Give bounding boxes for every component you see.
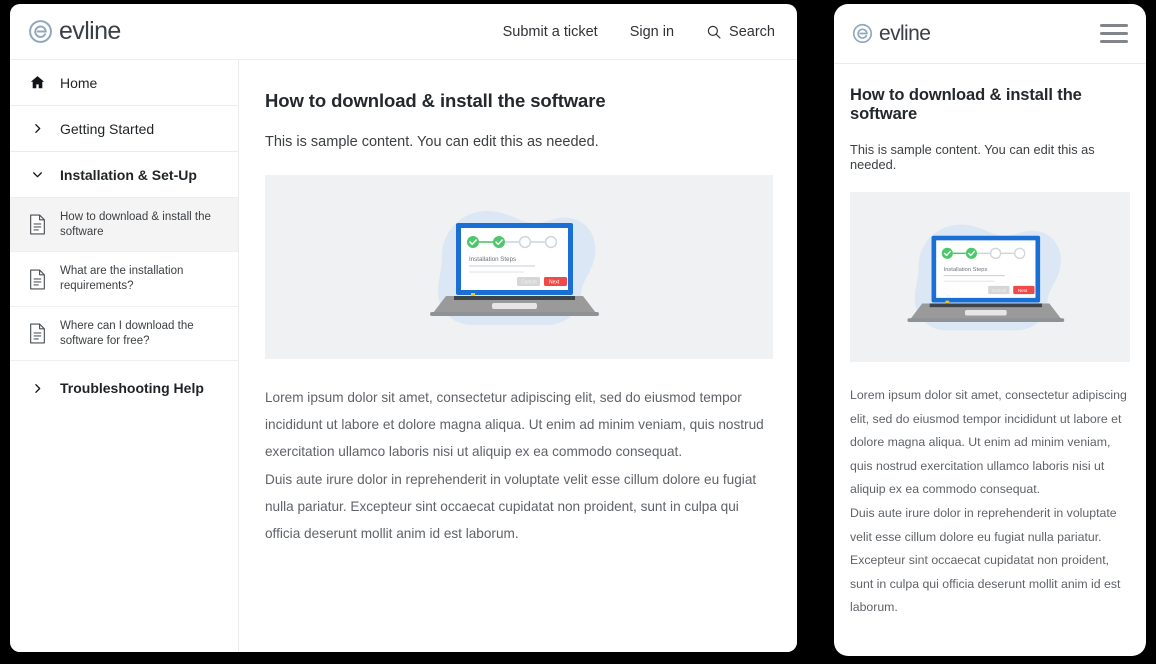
- sidebar-section-installation-setup[interactable]: Installation & Set-Up: [10, 152, 238, 198]
- sidebar-section-getting-started[interactable]: Getting Started: [10, 106, 238, 152]
- sidebar-section-getting-started-label: Getting Started: [60, 121, 154, 137]
- hero-illustration: Installation Steps Cancel Next: [265, 175, 773, 359]
- page-title: How to download & install the software: [265, 90, 773, 112]
- sidebar-item-home-label: Home: [60, 75, 97, 91]
- brand-logo[interactable]: evline: [852, 22, 930, 46]
- mobile-article-content: How to download & install the software T…: [834, 64, 1146, 620]
- sidebar-article-label: Where can I download the software for fr…: [60, 319, 222, 348]
- mobile-preview-panel: evline How to download & install the sof…: [834, 4, 1146, 656]
- desktop-body: Home Getting Started: [10, 60, 797, 652]
- mobile-header: evline: [834, 4, 1146, 64]
- search-button[interactable]: Search: [706, 24, 775, 40]
- hamburger-menu-icon[interactable]: [1100, 24, 1128, 43]
- sidebar-article-label: What are the installation requirements?: [60, 264, 222, 293]
- chevron-right-icon: [28, 382, 46, 395]
- nav-submit-a-ticket[interactable]: Submit a ticket: [503, 24, 598, 40]
- svg-text:Next: Next: [1018, 288, 1028, 293]
- chevron-right-icon: [28, 122, 46, 135]
- hero-illustration: Installation Steps Cancel Next: [850, 192, 1130, 362]
- sidebar-section-installation-setup-label: Installation & Set-Up: [60, 167, 197, 183]
- sidebar-article-installation-requirements[interactable]: What are the installation requirements?: [10, 252, 238, 306]
- hamburger-bar: [1100, 32, 1128, 35]
- page-title: How to download & install the software: [850, 86, 1130, 124]
- article-subtitle: This is sample content. You can edit thi…: [265, 134, 773, 150]
- svg-text:Cancel: Cancel: [521, 279, 537, 285]
- evline-circle-e-mark-icon: [852, 23, 873, 44]
- chevron-down-icon: [28, 168, 46, 181]
- sidebar-article-how-to-download[interactable]: How to download & install the software: [10, 198, 238, 252]
- document-icon: [28, 269, 47, 290]
- nav-sign-in[interactable]: Sign in: [630, 24, 674, 40]
- header-nav: Submit a ticket Sign in Search: [503, 24, 775, 40]
- article-paragraph: Duis aute irure dolor in reprehenderit i…: [265, 466, 773, 548]
- brand-name: evline: [59, 17, 121, 46]
- svg-text:Cancel: Cancel: [992, 288, 1006, 293]
- document-icon: [28, 214, 47, 235]
- laptop-installation-wizard-illustration: Installation Steps Cancel Next: [874, 202, 1106, 352]
- svg-text:Installation Steps: Installation Steps: [944, 267, 988, 273]
- sidebar-section-troubleshooting-help-label: Troubleshooting Help: [60, 380, 204, 396]
- article-paragraph: Lorem ipsum dolor sit amet, consectetur …: [265, 384, 773, 466]
- desktop-preview-panel: evline Submit a ticket Sign in Search: [10, 4, 797, 652]
- article-body: Lorem ipsum dolor sit amet, consectetur …: [850, 384, 1130, 620]
- brand-name: evline: [879, 22, 930, 46]
- brand-logo[interactable]: evline: [28, 17, 121, 46]
- article-subtitle: This is sample content. You can edit thi…: [850, 142, 1130, 172]
- article-content: How to download & install the software T…: [239, 60, 797, 652]
- article-paragraph: Duis aute irure dolor in reprehenderit i…: [850, 502, 1130, 620]
- article-body: Lorem ipsum dolor sit amet, consectetur …: [265, 384, 773, 547]
- evline-circle-e-mark-icon: [28, 19, 53, 44]
- sidebar: Home Getting Started: [10, 60, 239, 652]
- laptop-installation-wizard-illustration: Installation Steps Cancel Next: [394, 190, 644, 345]
- sidebar-section-troubleshooting-help[interactable]: Troubleshooting Help: [10, 361, 238, 415]
- article-paragraph: Lorem ipsum dolor sit amet, consectetur …: [850, 384, 1130, 502]
- desktop-header: evline Submit a ticket Sign in Search: [10, 4, 797, 60]
- screenshot-stage: evline Submit a ticket Sign in Search: [0, 0, 1156, 664]
- home-icon: [28, 74, 46, 91]
- sidebar-article-download-for-free[interactable]: Where can I download the software for fr…: [10, 307, 238, 361]
- svg-text:Installation Steps: Installation Steps: [469, 256, 516, 263]
- search-icon: [706, 24, 722, 40]
- hamburger-bar: [1100, 40, 1128, 43]
- hamburger-bar: [1100, 24, 1128, 27]
- document-icon: [28, 323, 47, 344]
- sidebar-item-home[interactable]: Home: [10, 60, 238, 106]
- sidebar-article-label: How to download & install the software: [60, 210, 222, 239]
- svg-text:Next: Next: [549, 279, 560, 285]
- search-label: Search: [729, 24, 775, 40]
